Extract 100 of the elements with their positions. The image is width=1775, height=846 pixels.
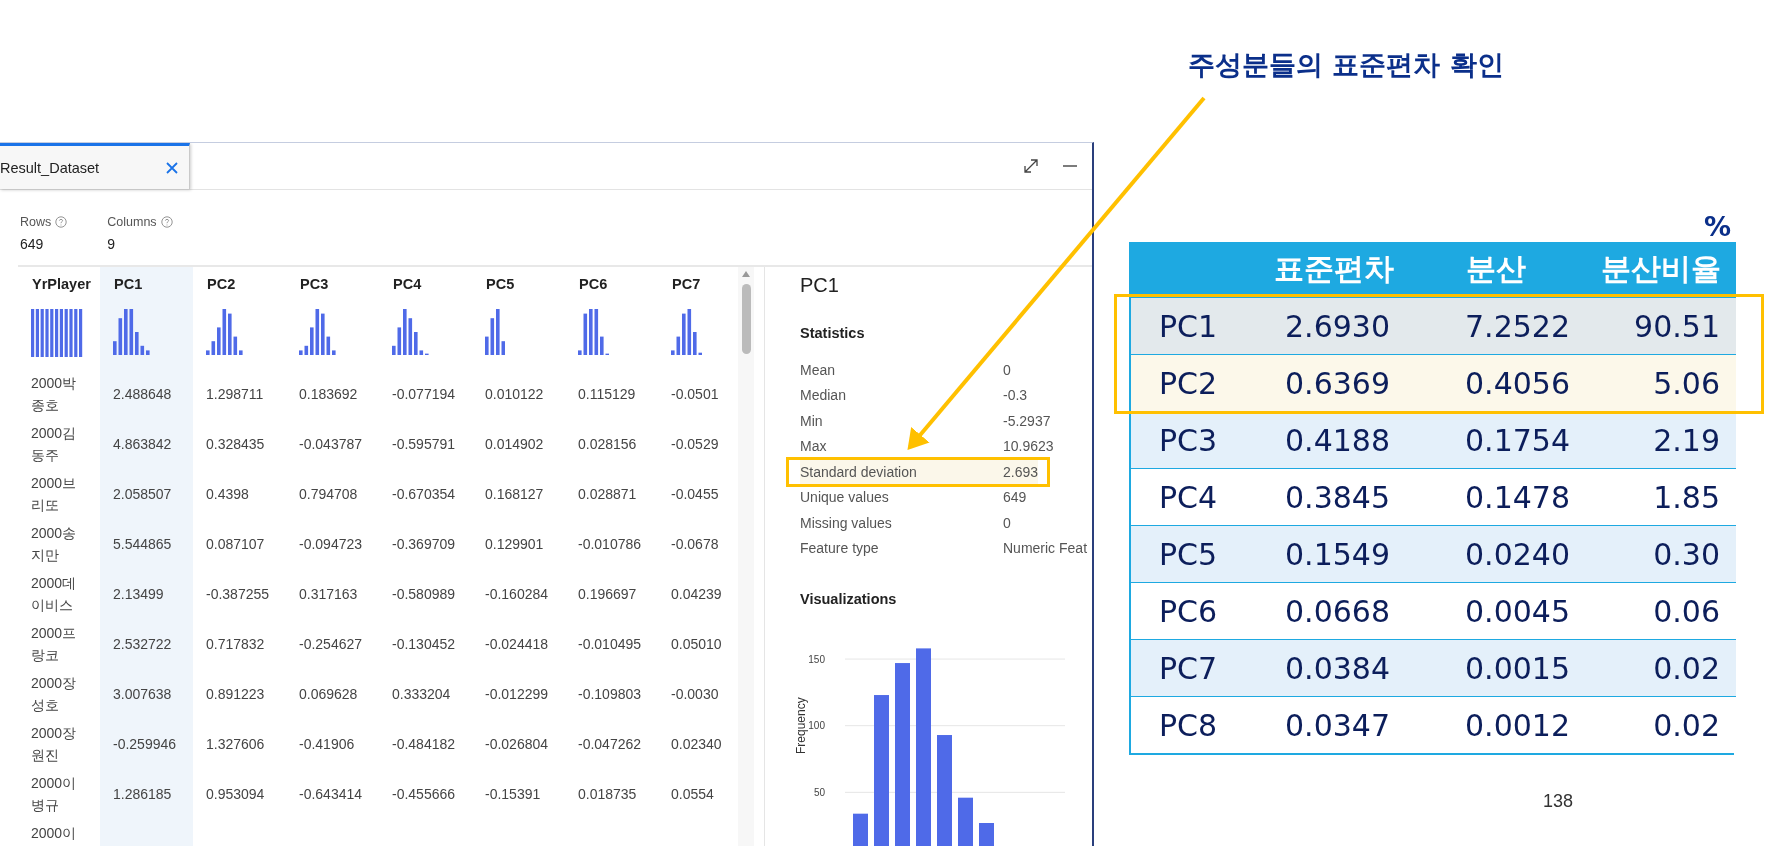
table-cell-text: -0.369709 xyxy=(391,535,457,554)
slide-title: 주성분들의 표준편차 확인 xyxy=(1188,48,1504,82)
table-cell-text: -0.160284 xyxy=(484,585,550,604)
table-cell-text: -0.580989 xyxy=(391,585,457,604)
column-header: 분산 xyxy=(1406,242,1586,297)
table-cell: 7.2522 xyxy=(1406,297,1586,354)
mini-histogram xyxy=(671,309,703,355)
summary-value: 649 xyxy=(20,236,45,252)
table-cell-text: 0.196697 xyxy=(577,585,638,604)
table-cell-text: 0.4398 xyxy=(205,485,250,504)
table-cell: 2.532722 xyxy=(100,619,193,669)
table-cell: 2.13499 xyxy=(100,569,193,619)
table-cell-text: -0.094723 xyxy=(298,535,364,554)
table-cell-text: 2000장원진 xyxy=(30,724,78,765)
table-cell-text: 0.333204 xyxy=(391,685,452,704)
table-cell-text: 2000장성호 xyxy=(30,674,78,715)
table-cell-text: -0.010786 xyxy=(577,535,643,554)
table-cell-text: 2000박종호 xyxy=(30,374,78,415)
table-cell-text: 0.183692 xyxy=(298,385,359,404)
table-cell-text: 2000브리또 xyxy=(30,474,78,515)
scroll-up-icon[interactable] xyxy=(741,270,751,278)
table-cell: PC7 xyxy=(1131,639,1261,696)
tab[interactable]: Result_Dataset xyxy=(0,143,190,189)
stat-value: Numeric Feat xyxy=(1003,540,1088,557)
column-header[interactable]: PC3 xyxy=(286,267,379,304)
table-cell-text: 0.317163 xyxy=(298,585,359,604)
table-cell: 0.06 xyxy=(1586,582,1736,639)
summary-value: 9 xyxy=(107,236,117,252)
table-cell-text: 0.028871 xyxy=(577,485,638,504)
table-cell-text: -0.010495 xyxy=(577,635,643,654)
table-cell-text: -0.0501 xyxy=(670,385,720,404)
expand-icon[interactable] xyxy=(1022,157,1040,175)
column-header[interactable]: PC7 xyxy=(658,267,733,304)
table-cell: 1.85 xyxy=(1586,468,1736,525)
table-cell-text: 0.02340 xyxy=(670,735,723,754)
table-cell-text: 0.115129 xyxy=(577,385,637,404)
column-header[interactable]: PC6 xyxy=(565,267,658,304)
table-cell: 5.544865 xyxy=(100,519,193,569)
scrollbar-thumb[interactable] xyxy=(741,284,751,354)
table-cell-text: 2000이병규 xyxy=(30,774,78,815)
column-header[interactable]: PC2 xyxy=(193,267,286,304)
mini-histogram xyxy=(392,309,429,355)
table-cell-text: -0.41906 xyxy=(298,735,356,754)
table-cell-text: -0.0678 xyxy=(670,535,720,554)
stat-value: 10.9623 xyxy=(1003,438,1054,455)
table-cell-text: -0.484182 xyxy=(391,735,457,754)
histogram-bar xyxy=(979,823,994,846)
table-cell: 90.51 xyxy=(1586,297,1736,354)
table-cell-text: 2000송지만 xyxy=(30,524,78,565)
table-cell-text: -0.047262 xyxy=(577,735,643,754)
table-cell: 0.0015 xyxy=(1406,639,1586,696)
column-header: 표준편차 xyxy=(1261,242,1406,297)
table-cell-text: -0.0455 xyxy=(670,485,720,504)
table-cell-text: 0.05010 xyxy=(670,635,723,654)
column-header[interactable]: PC4 xyxy=(379,267,472,304)
table-cell: 2.058507 xyxy=(100,469,193,519)
table-cell-text: 0.129901 xyxy=(484,535,545,554)
table-cell-text: -0.012299 xyxy=(484,685,550,704)
table-cell-text: 2000이 xyxy=(30,824,78,843)
table-cell: 0.02 xyxy=(1586,639,1736,696)
column-header[interactable]: YrPlayer xyxy=(18,267,100,304)
table-cell: PC1 xyxy=(1131,297,1261,354)
table-cell-text: -0.024418 xyxy=(484,635,550,654)
table-cell-text: -0.130452 xyxy=(391,635,457,654)
table-cell-text: 1.327606 xyxy=(205,735,266,754)
table-cell-text: -0.595791 xyxy=(391,435,457,454)
table-cell: 0.0240 xyxy=(1406,525,1586,582)
summary-label: Rows xyxy=(20,215,52,229)
table-cell-text: -0.15391 xyxy=(484,785,542,804)
stat-value: 2.693 xyxy=(1003,463,1039,480)
table-cell-text: 2000데이비스 xyxy=(30,574,78,615)
table-cell: 1.286185 xyxy=(100,769,193,819)
table-cell-text: -0.643414 xyxy=(298,785,364,804)
table-cell-text: 0.953094 xyxy=(205,785,266,804)
help-icon[interactable] xyxy=(55,216,68,228)
mini-histogram xyxy=(485,309,506,355)
table-cell-text: 0.04239 xyxy=(670,585,723,604)
histogram-bar xyxy=(853,813,868,846)
close-icon[interactable] xyxy=(165,160,179,175)
table-cell-text: 0.717832 xyxy=(205,635,266,654)
help-icon[interactable] xyxy=(160,216,173,228)
stat-value: 0 xyxy=(1003,514,1011,531)
table-cell-text: 0.018735 xyxy=(577,785,638,804)
column-header: 분산비율 xyxy=(1586,242,1736,297)
table-cell-text: 0.028156 xyxy=(577,435,638,454)
mini-histogram xyxy=(206,309,243,355)
stat-label: Mean xyxy=(800,361,837,378)
table-cell: 0.6369 xyxy=(1261,354,1406,411)
table-cell-text: 2000김동주 xyxy=(30,424,78,465)
table-cell: 0.4188 xyxy=(1261,411,1406,468)
table-cell: -0.259946 xyxy=(100,719,193,769)
mini-histogram xyxy=(31,309,83,357)
table-cell-text: -0.387255 xyxy=(205,585,271,604)
table-cell: 2.488648 xyxy=(100,369,193,419)
table-cell-text: -0.254627 xyxy=(298,635,364,654)
column-header[interactable]: PC5 xyxy=(472,267,565,304)
unit-label: % xyxy=(1703,212,1731,242)
table-cell: PC3 xyxy=(1131,411,1261,468)
column-header[interactable]: PC1 xyxy=(100,267,193,304)
section-heading: Statistics xyxy=(800,324,866,343)
